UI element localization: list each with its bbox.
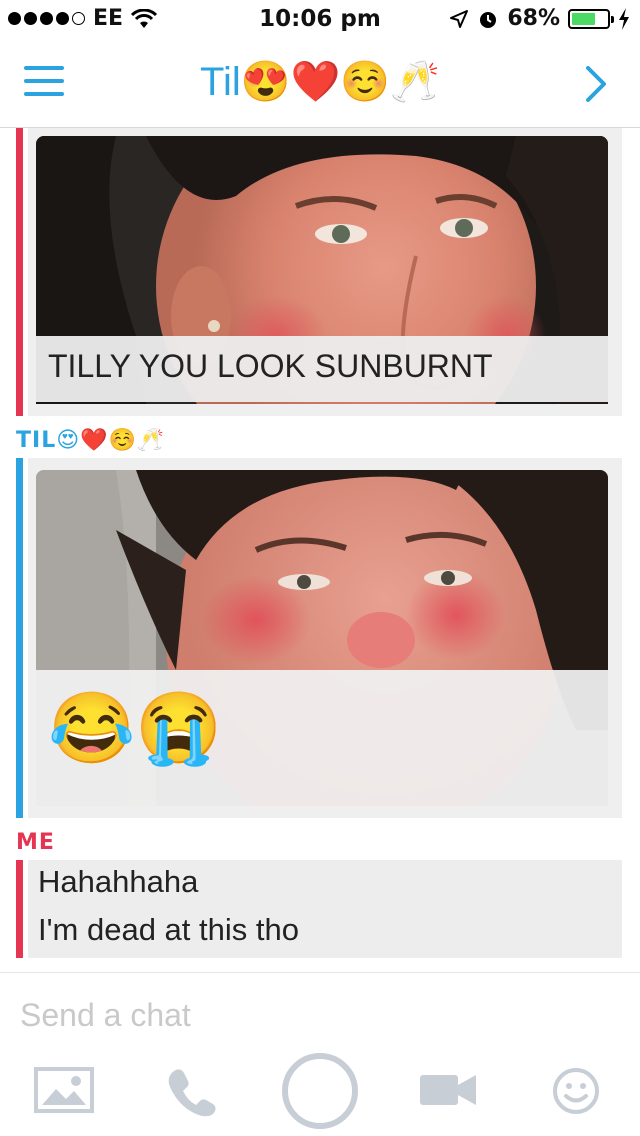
caption-bar: 😂😭 — [36, 670, 608, 806]
battery-percent: 68% — [507, 6, 560, 31]
chevron-right-icon[interactable] — [580, 64, 612, 104]
video-icon[interactable] — [420, 1073, 476, 1107]
caption-bar: TILLY YOU LOOK SUNBURNT — [36, 336, 608, 402]
battery-level — [572, 12, 596, 25]
status-right: 68% — [449, 6, 630, 31]
snap-caption: 😂😭 — [48, 689, 223, 767]
composer — [0, 972, 640, 1136]
message-bar — [16, 860, 23, 958]
battery-icon — [568, 8, 614, 29]
location-arrow-icon — [450, 9, 469, 28]
text-message[interactable]: Hahahhaha I'm dead at this tho — [28, 860, 622, 958]
phone-icon[interactable] — [164, 1065, 218, 1119]
conversation[interactable]: TILLY YOU LOOK SUNBURNT TIL😍❤️☺️🥂 😂😭 ME … — [0, 128, 640, 974]
status-bar: EE 10:06 pm 68% — [0, 0, 640, 40]
sender-label: ME — [16, 830, 55, 855]
chat-title[interactable]: Til😍❤️☺️🥂 — [0, 58, 640, 105]
message-bar — [16, 128, 23, 416]
message-text-line: I'm dead at this tho — [38, 912, 299, 947]
sender-label: TIL😍❤️☺️🥂 — [16, 428, 166, 453]
alarm-icon — [480, 11, 497, 28]
chat-header: Til😍❤️☺️🥂 — [0, 40, 640, 128]
message-bar — [16, 458, 23, 818]
image-icon[interactable] — [34, 1067, 94, 1113]
smiley-icon[interactable] — [552, 1067, 600, 1115]
send-chat-input[interactable] — [20, 991, 620, 1039]
capture-button[interactable] — [282, 1053, 358, 1129]
snap-caption: TILLY YOU LOOK SUNBURNT — [48, 348, 493, 384]
charging-bolt-icon — [619, 7, 629, 30]
message-text-line: Hahahhaha — [38, 864, 199, 899]
snap-message[interactable]: TILLY YOU LOOK SUNBURNT — [28, 128, 622, 416]
snap-message[interactable]: 😂😭 — [28, 458, 622, 818]
